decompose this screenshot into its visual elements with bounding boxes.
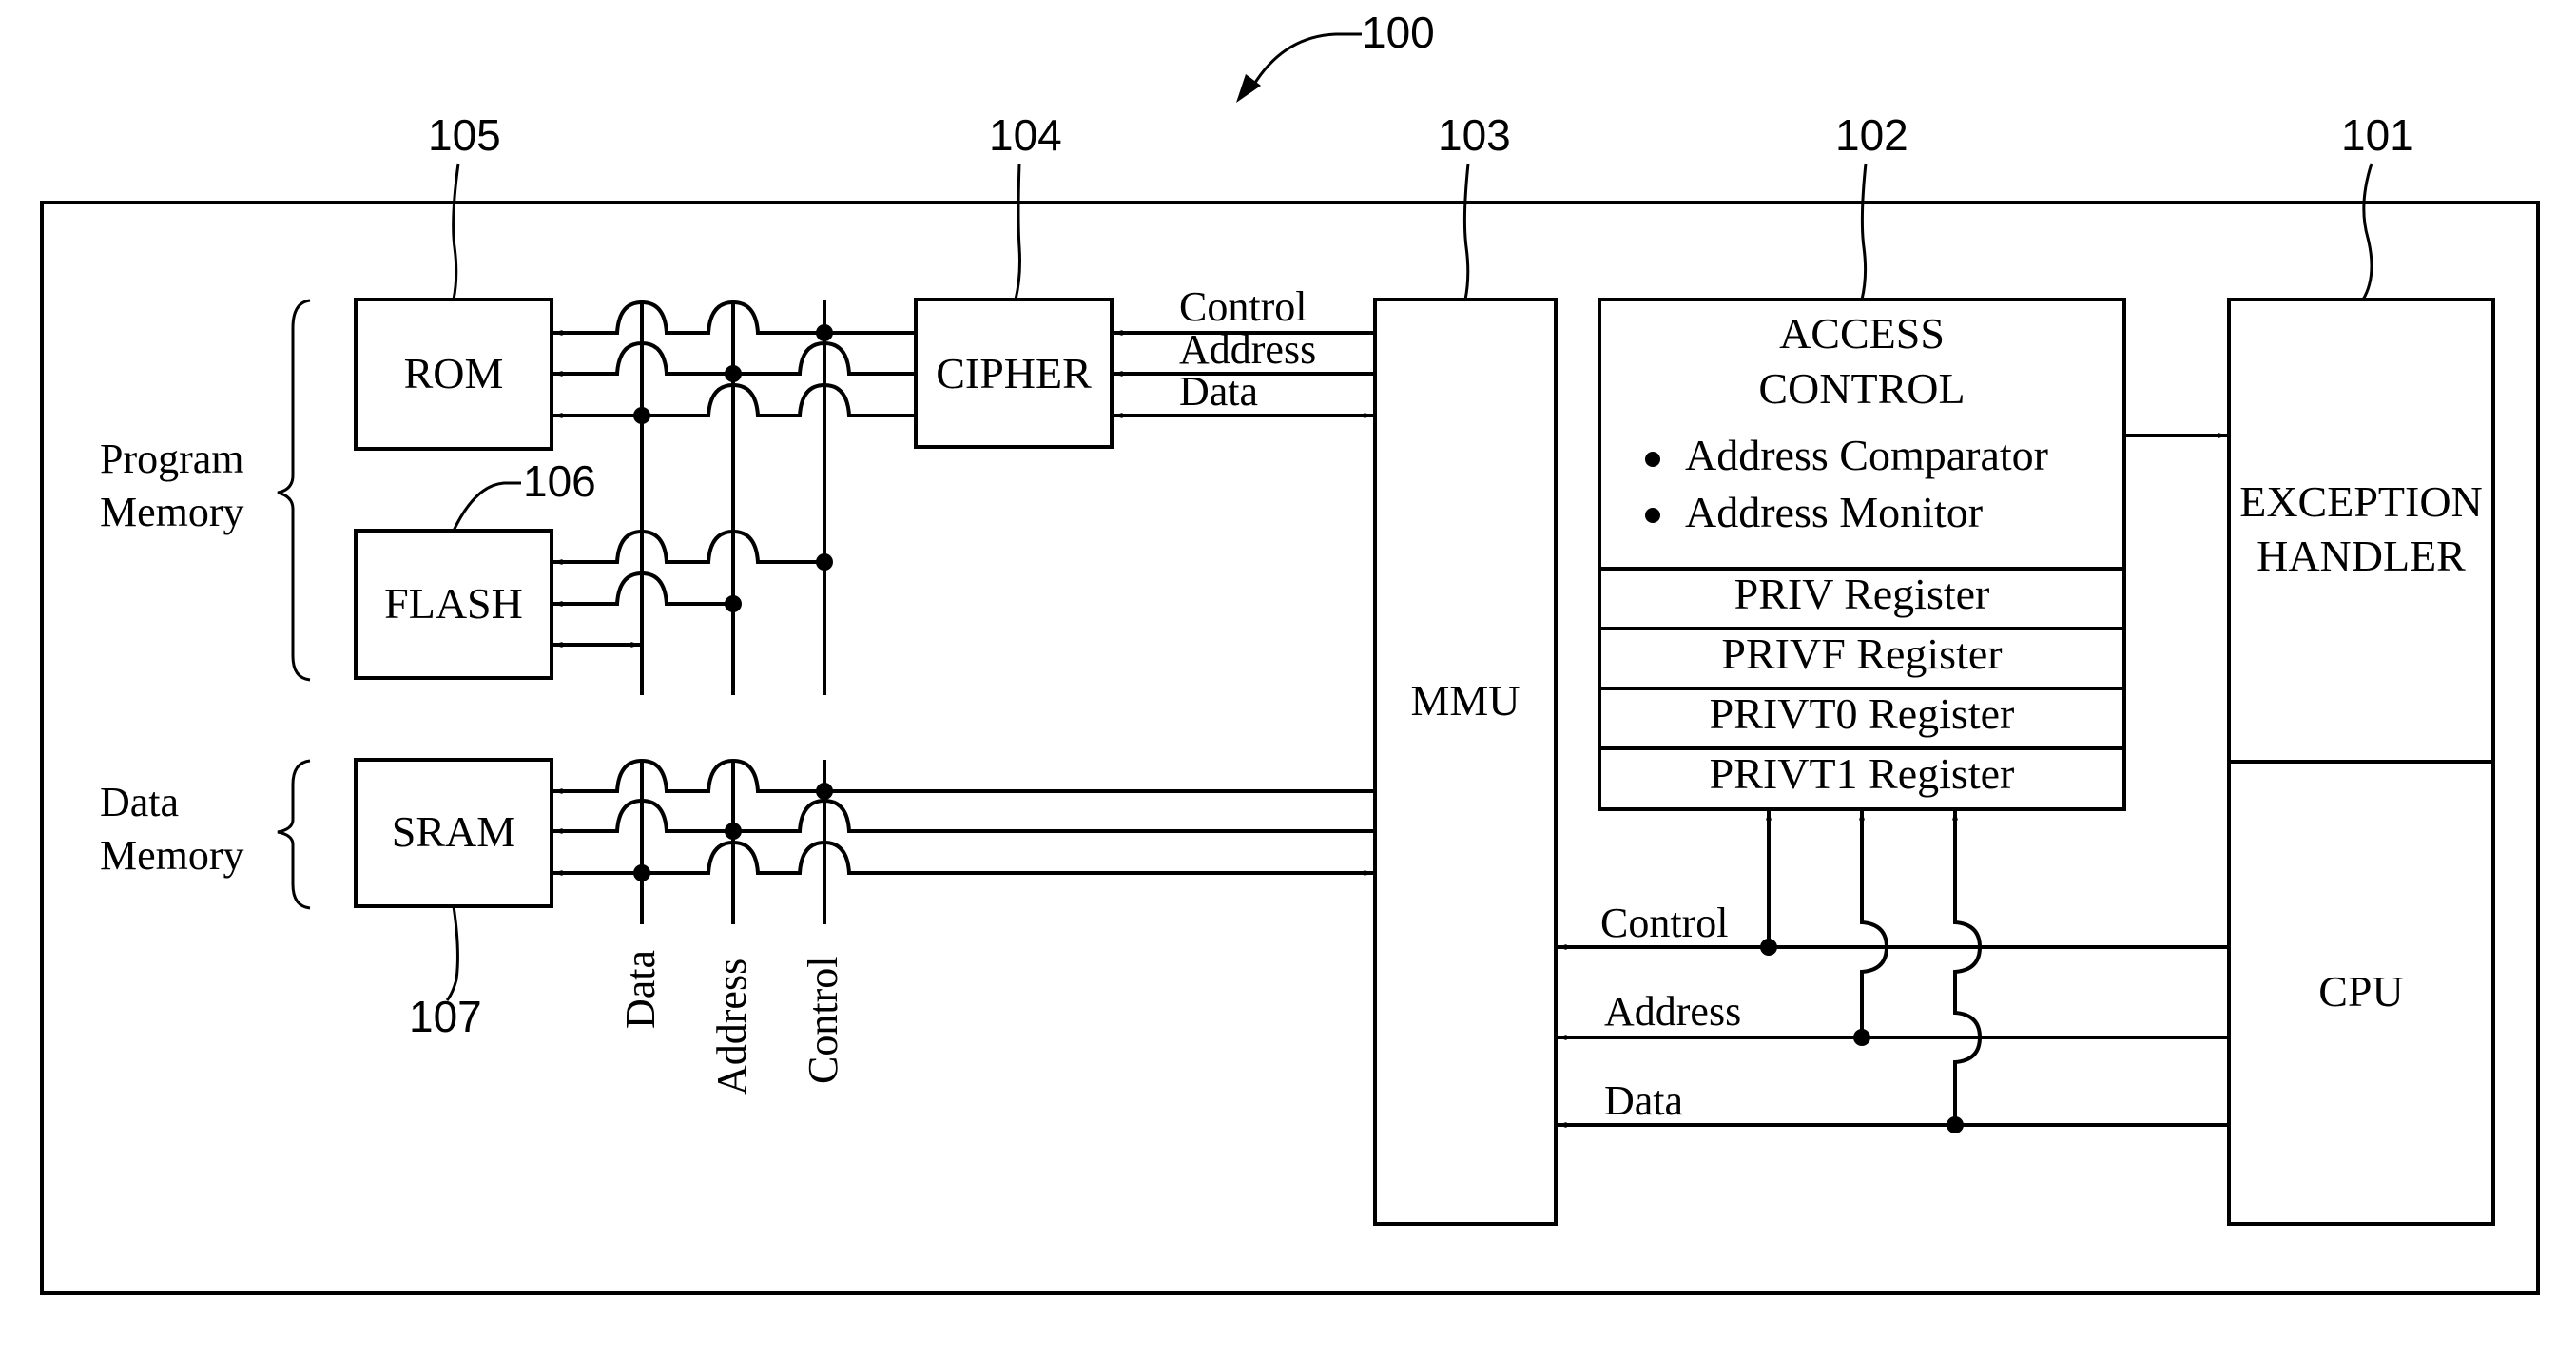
- junction-dot: [633, 407, 650, 424]
- access-control-bullet-address-monitor: Address Monitor: [1685, 488, 1983, 536]
- bullet-icon: [1645, 508, 1660, 523]
- cipher-control-label: Control: [1179, 283, 1307, 330]
- register-privt0: PRIVT0 Register: [1710, 689, 2015, 738]
- reference-number-104: 104: [989, 110, 1062, 160]
- cipher-block: CIPHER: [914, 298, 1114, 449]
- control-bus-label: Control: [800, 957, 846, 1084]
- reference-number-105: 105: [428, 110, 501, 160]
- cpu-control-label: Control: [1600, 900, 1728, 946]
- reference-number-102: 102: [1835, 110, 1908, 160]
- junction-dot: [1760, 939, 1777, 956]
- cipher-data-label: Data: [1179, 368, 1258, 415]
- register-privf: PRIVF Register: [1721, 630, 2002, 678]
- sram-block: SRAM: [354, 758, 553, 908]
- system-block-diagram: 100 105 104 103 102 101 106 107 Program …: [40, 8, 2540, 1295]
- cpu-data-label: Data: [1604, 1077, 1683, 1124]
- sram-label: SRAM: [392, 807, 515, 856]
- reference-number-107: 107: [409, 992, 482, 1041]
- cpu-block: EXCEPTION HANDLER CPU: [2227, 298, 2495, 1226]
- exception-handler-label-line1: EXCEPTION: [2239, 477, 2483, 526]
- flash-label: FLASH: [384, 579, 523, 628]
- data-memory-label-line1: Data: [100, 779, 179, 825]
- cipher-label: CIPHER: [936, 349, 1092, 397]
- reference-number-103: 103: [1438, 110, 1511, 160]
- junction-dot: [725, 595, 742, 612]
- junction-dot: [816, 324, 833, 341]
- flash-block: FLASH: [354, 529, 553, 680]
- address-bus-label: Address: [708, 959, 755, 1095]
- cpu-address-label: Address: [1604, 988, 1741, 1035]
- cpu-label: CPU: [2318, 967, 2403, 1016]
- access-control-title-line1: ACCESS: [1779, 309, 1945, 358]
- junction-dot: [1947, 1116, 1964, 1133]
- exception-handler-label-line2: HANDLER: [2256, 532, 2466, 580]
- mmu-box: [1373, 298, 1558, 1226]
- access-control-title-line2: CONTROL: [1758, 364, 1965, 413]
- register-privt1: PRIVT1 Register: [1710, 749, 2015, 798]
- program-memory-label-line2: Memory: [100, 489, 244, 535]
- junction-dot: [816, 553, 833, 571]
- junction-dot: [725, 365, 742, 382]
- program-memory-label-line1: Program: [100, 436, 244, 482]
- junction-dot: [1853, 1029, 1870, 1046]
- data-memory-label-line2: Memory: [100, 832, 244, 879]
- mmu-block: MMU: [1373, 298, 1558, 1226]
- junction-dot: [725, 823, 742, 840]
- reference-number-101: 101: [2341, 110, 2414, 160]
- reference-number-100: 100: [1362, 8, 1435, 57]
- rom-label: ROM: [404, 349, 504, 397]
- access-control-block: ACCESS CONTROL Address Comparator Addres…: [1598, 298, 2126, 811]
- reference-number-106: 106: [523, 456, 596, 506]
- access-control-bullet-address-comparator: Address Comparator: [1685, 431, 2048, 479]
- reference-leader-100: [1251, 32, 1362, 87]
- rom-block: ROM: [354, 298, 553, 451]
- mmu-label: MMU: [1410, 676, 1520, 725]
- data-bus-label: Data: [617, 950, 664, 1029]
- register-priv: PRIV Register: [1734, 570, 1990, 618]
- junction-dot: [633, 864, 650, 881]
- bullet-icon: [1645, 452, 1660, 467]
- junction-dot: [816, 783, 833, 800]
- system-reference-100: 100: [1236, 8, 1435, 103]
- cipher-address-label: Address: [1179, 326, 1316, 373]
